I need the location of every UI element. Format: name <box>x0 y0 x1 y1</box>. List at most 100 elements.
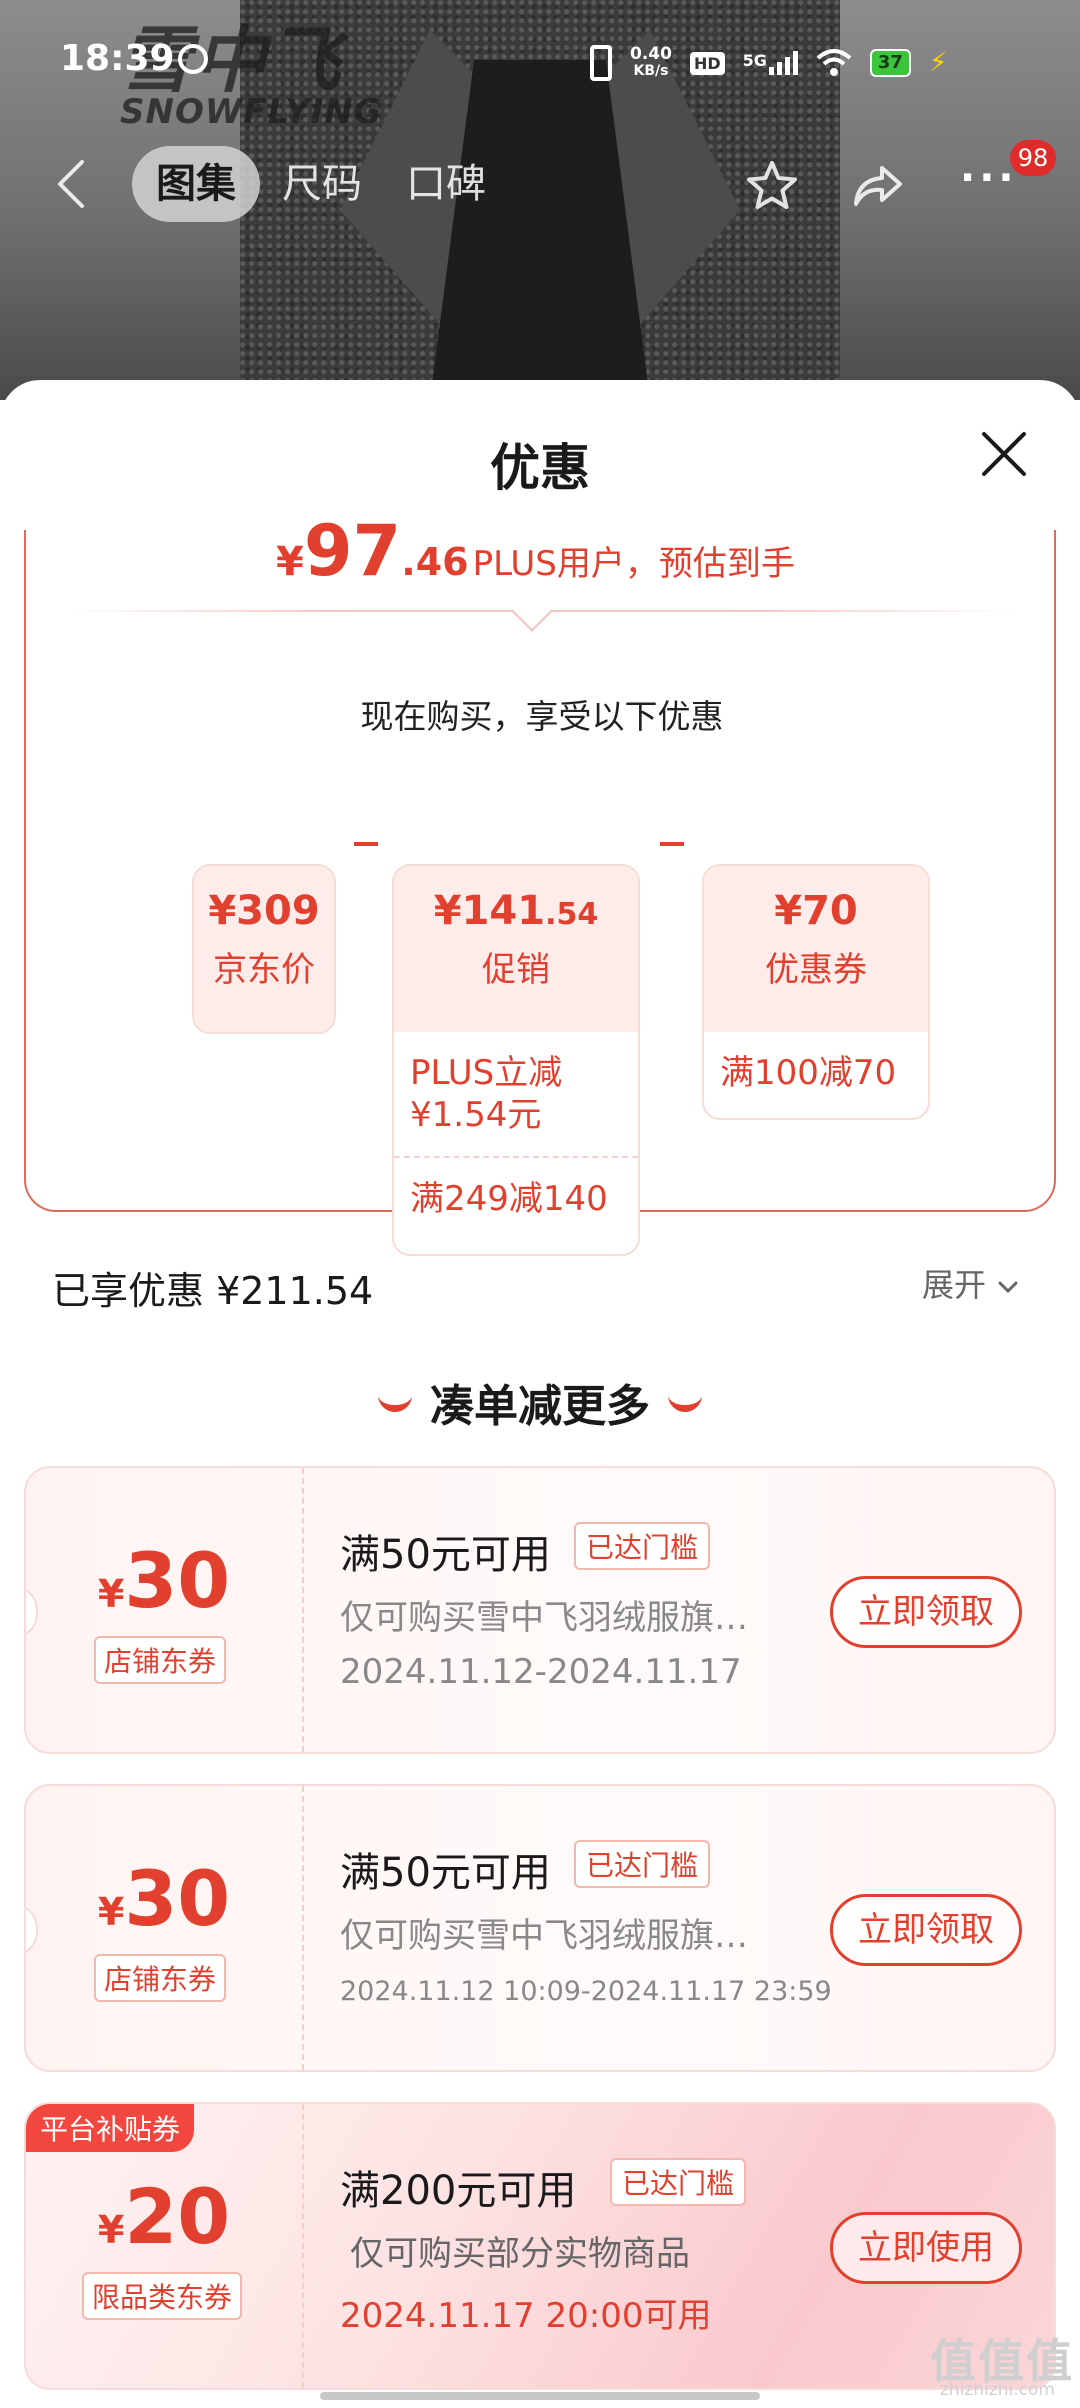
coupon-value: ¥20 <box>26 2172 302 2261</box>
wifi-icon <box>816 49 852 76</box>
now-buy-label: 现在购买，享受以下优惠 <box>360 697 724 736</box>
hd-icon: HD <box>689 51 725 75</box>
coupon-label: 优惠券 <box>765 950 867 990</box>
jd-price-amount: 309 <box>236 888 320 934</box>
coupon-amount: 30 <box>124 1854 231 1943</box>
sheet-title: 优惠 <box>490 439 590 497</box>
net-speed: 0.40 KB/s <box>630 46 672 80</box>
coupon-type-badge: 店铺东券 <box>94 1954 227 2002</box>
coupon-description: 仅可购买雪中飞羽绒服旗… <box>340 1916 748 1956</box>
net-speed-value: 0.40 <box>630 44 672 64</box>
coupon-card: ¥30 店铺东券 满50元可用 已达门槛 仅可购买雪中飞羽绒服旗… 2024.1… <box>24 1784 1056 2072</box>
price-box-promo: ¥141.54 促销 PLUS立减 ¥1.54元 满249减140 <box>392 864 640 1256</box>
full-reduction-row: 满249减140 <box>394 1156 638 1240</box>
threshold-badge: 已达门槛 <box>574 1522 711 1570</box>
coupon-amount: 70 <box>802 888 858 934</box>
coupon-amount: 30 <box>124 1536 231 1625</box>
coupon-condition-row: 满100减70 <box>720 1053 897 1093</box>
promo-amount: 141 <box>461 888 546 934</box>
close-icon[interactable] <box>978 428 1030 480</box>
coupon-validity: 2024.11.12 10:09-2024.11.17 23:59 <box>340 1976 832 2007</box>
coupon-title: 满50元可用 <box>340 1532 551 1578</box>
more-savings-heading: 凑单减更多 <box>0 1370 1080 1434</box>
coupon-value: ¥30 <box>26 1536 302 1625</box>
estimated-price-decimal: .46 <box>401 540 469 584</box>
tab-gallery[interactable]: 图集 <box>132 146 260 222</box>
jd-price-label: 京东价 <box>213 950 315 990</box>
coupon-separator <box>302 2104 304 2388</box>
platform-subsidy-tag: 平台补贴券 <box>26 2104 195 2152</box>
watermark-url: zhizhizhi.com <box>940 2380 1055 2400</box>
enjoyed-discount-total: 已享优惠 ¥211.54 <box>52 1269 374 1313</box>
plus-discount-line1: PLUS立减 <box>410 1053 563 1093</box>
tab-bar: 图集 尺码 口碑 <box>132 146 508 222</box>
minus-sign <box>660 842 684 846</box>
back-icon[interactable] <box>52 158 92 210</box>
price-box-jd: ¥309 京东价 <box>192 864 336 1034</box>
estimated-price-integer: 97 <box>303 510 402 592</box>
vibrate-icon <box>590 45 612 81</box>
estimated-price-symbol: ¥ <box>276 539 304 585</box>
divider-arrow <box>512 592 552 632</box>
status-bar: 18:39 0.40 KB/s HD 5G 37 ⚡ <box>0 38 1080 88</box>
threshold-badge: 已达门槛 <box>574 1840 711 1888</box>
smile-decoration-icon <box>378 1394 412 1412</box>
signal-icon: 5G <box>743 51 798 75</box>
claim-button[interactable]: 立即领取 <box>830 1894 1022 1966</box>
price-box-coupon: ¥70 优惠券 满100减70 <box>702 864 930 1120</box>
expand-label: 展开 <box>922 1266 987 1304</box>
claim-button[interactable]: 立即领取 <box>830 1576 1022 1648</box>
coupon-validity: 2024.11.12-2024.11.17 <box>340 1652 742 1692</box>
coupon-description: 仅可购买雪中飞羽绒服旗… <box>340 1598 748 1638</box>
coupon-type-badge: 限品类东券 <box>82 2272 243 2320</box>
brand-logo-en: SNOWFLYING <box>120 92 383 132</box>
coupon-separator <box>302 1468 304 1752</box>
star-icon[interactable] <box>744 158 800 214</box>
coupon-title: 满200元可用 <box>340 2168 577 2214</box>
coupon-title: 满50元可用 <box>340 1850 551 1896</box>
coupon-amount: 20 <box>124 2172 231 2261</box>
coupon-type-badge: 店铺东券 <box>94 1636 227 1684</box>
top-nav: 图集 尺码 口碑 ··· 98 <box>0 140 1080 230</box>
coupon-value: ¥30 <box>26 1854 302 1943</box>
charging-icon: ⚡ <box>928 48 948 78</box>
plus-discount-line2: ¥1.54元 <box>410 1095 542 1135</box>
message-badge: 98 <box>1010 140 1056 176</box>
coupon-symbol: ¥ <box>97 2208 125 2252</box>
coupon-description: 仅可购买部分实物商品 <box>350 2234 690 2274</box>
coupon-card: ¥30 店铺东券 满50元可用 已达门槛 仅可购买雪中飞羽绒服旗… 2024.1… <box>24 1466 1056 1754</box>
promo-symbol: ¥ <box>433 888 462 934</box>
promo-label: 促销 <box>482 950 550 990</box>
more-icon[interactable]: ··· <box>960 158 1016 214</box>
coupon-card: 平台补贴券 ¥20 限品类东券 满200元可用 已达门槛 仅可购买部分实物商品 … <box>24 2102 1056 2390</box>
share-icon[interactable] <box>850 158 906 214</box>
minus-sign <box>354 842 378 846</box>
coupon-symbol: ¥ <box>97 1890 125 1934</box>
estimated-price-label: PLUS用户，预估到手 <box>472 544 795 584</box>
coupon-symbol: ¥ <box>774 888 803 934</box>
plus-discount-row: PLUS立减 ¥1.54元 <box>394 1032 638 1156</box>
status-time: 18:39 <box>60 38 175 79</box>
battery-icon: 37 <box>869 49 911 77</box>
network-type: 5G <box>742 51 767 70</box>
expand-button[interactable]: 展开 <box>922 1260 1020 1306</box>
jd-price-symbol: ¥ <box>208 888 237 934</box>
more-savings-title: 凑单减更多 <box>430 1381 650 1432</box>
tab-reviews[interactable]: 口碑 <box>384 146 508 222</box>
net-speed-unit: KB/s <box>633 63 669 79</box>
coupon-validity: 2024.11.17 20:00可用 <box>340 2296 712 2336</box>
estimated-price: ¥97.46 PLUS用户，预估到手 <box>276 510 795 592</box>
coupon-separator <box>302 1786 304 2070</box>
chevron-down-icon <box>998 1281 1018 1294</box>
price-breakdown-card: ¥97.46 PLUS用户，预估到手 现在购买，享受以下优惠 ¥309 京东价 ¥… <box>24 510 1056 1256</box>
threshold-badge: 已达门槛 <box>610 2158 747 2206</box>
smile-decoration-icon <box>668 1394 702 1412</box>
promo-amount-decimal: .54 <box>545 897 599 932</box>
discount-sheet: 优惠 ¥97.46 PLUS用户，预估到手 现在购买，享受以下优惠 ¥309 京东… <box>0 380 1080 2408</box>
home-indicator[interactable] <box>320 2392 760 2400</box>
compass-icon <box>178 44 208 74</box>
status-icons: 0.40 KB/s HD 5G 37 ⚡ <box>590 38 947 88</box>
tab-size[interactable]: 尺码 <box>260 146 384 222</box>
use-button[interactable]: 立即使用 <box>830 2212 1022 2284</box>
coupon-symbol: ¥ <box>97 1572 125 1616</box>
